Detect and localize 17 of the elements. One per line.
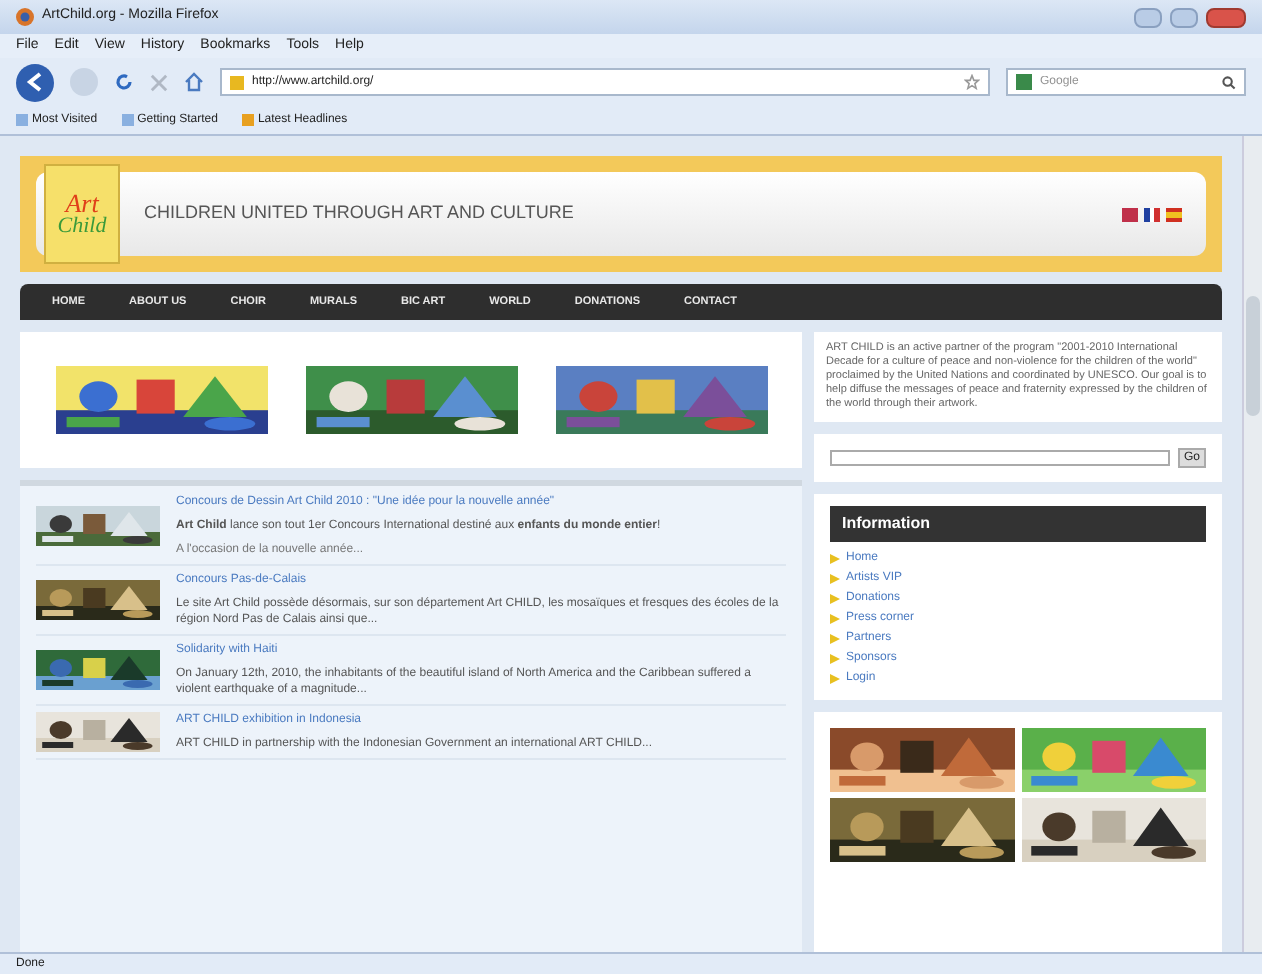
browser-icon <box>16 8 34 26</box>
minimize-button[interactable] <box>1134 7 1162 27</box>
site-icon <box>230 75 244 89</box>
maximize-button[interactable] <box>1170 7 1198 27</box>
stop-icon[interactable] <box>150 73 168 91</box>
search-engine-icon <box>1016 74 1032 90</box>
scrollbar[interactable] <box>1242 136 1262 952</box>
site-search-field[interactable] <box>830 450 1170 466</box>
search-icon[interactable] <box>1222 75 1236 89</box>
home-icon[interactable] <box>184 72 204 92</box>
close-button[interactable] <box>1206 7 1246 27</box>
site-tagline: CHILDREN UNITED THROUGH ART AND CULTURE <box>144 200 576 227</box>
reload-icon[interactable] <box>114 72 134 92</box>
star-icon[interactable] <box>964 74 980 90</box>
information-heading: Information <box>830 506 1206 542</box>
back-button[interactable] <box>16 63 54 101</box>
flag-icons[interactable] <box>1122 207 1182 221</box>
